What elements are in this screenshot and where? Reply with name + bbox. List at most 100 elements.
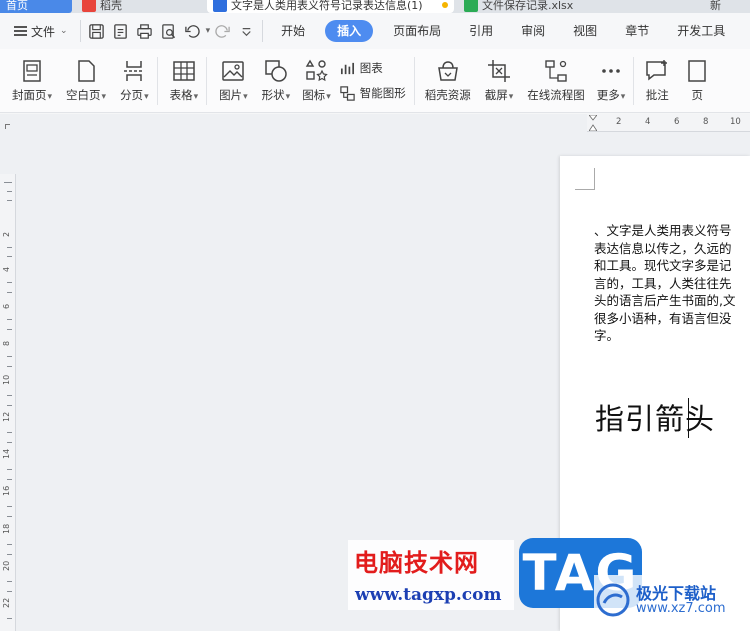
document-tab-bar: 首页 稻壳 文字是人类用表义符号记录表达信息(1) 文件保存记录.xlsx 新 [0, 0, 750, 13]
ruler-tick [7, 256, 12, 257]
ruler-tick [7, 405, 12, 406]
menu-references[interactable]: 引用 [455, 20, 507, 42]
ruler-tick [7, 319, 12, 320]
smartart-label: 智能图形 [359, 86, 406, 100]
file-menu-button[interactable]: 文件 ⌄ [0, 18, 76, 44]
blank-page-button[interactable]: 空白页▾ [66, 52, 106, 110]
docer-resources-button[interactable]: 稻壳资源 [425, 52, 471, 110]
aurora-logo-icon [596, 583, 630, 617]
divider [156, 56, 158, 105]
picture-button[interactable]: 图片▾ [219, 52, 248, 110]
screenshot-button[interactable]: 截屏▾ [484, 52, 513, 110]
table-button[interactable]: 表格▾ [170, 52, 198, 110]
paragraph-line: 很多小语种，有语言但没 [594, 310, 732, 326]
ruler-tick [7, 282, 12, 283]
icon-library-icon [306, 59, 329, 81]
divider [413, 56, 415, 105]
text-cursor [688, 398, 689, 438]
comment-icon [646, 59, 668, 81]
chart-button[interactable]: 图表 [339, 60, 406, 77]
menu-section[interactable]: 章节 [611, 20, 663, 42]
ruler-number: 2 [2, 231, 11, 237]
hamburger-icon [14, 26, 27, 36]
ruler-number: 12 [2, 411, 11, 422]
heading-text[interactable]: 指引箭头 [595, 396, 715, 438]
ruler-number: 22 [2, 597, 11, 608]
page-header-button[interactable]: 页 [684, 52, 710, 110]
export-pdf-icon [114, 23, 127, 39]
tab-docer-label: 稻壳 [100, 0, 122, 12]
customize-toolbar-button[interactable] [235, 20, 257, 42]
ruler-number: 10 [730, 117, 741, 127]
ruler-number: 4 [2, 266, 11, 272]
shape-icon [265, 59, 287, 82]
ruler-tick [7, 247, 12, 248]
ruler-tick [7, 395, 12, 396]
ruler-tick [7, 432, 12, 433]
tab-spreadsheet[interactable]: 文件保存记录.xlsx [458, 0, 663, 13]
chevron-down-icon: ⌄ [60, 26, 68, 36]
ruler-tick [7, 544, 12, 545]
menu-review[interactable]: 审阅 [507, 20, 559, 42]
screenshot-label: 截屏 [484, 87, 508, 102]
ruler-tick [7, 618, 12, 619]
page-header-label: 页 [691, 87, 704, 102]
tab-home[interactable]: 首页 [0, 0, 72, 13]
menu-view[interactable]: 视图 [559, 20, 611, 42]
horizontal-ruler[interactable]: 2 4 6 8 10 [587, 114, 750, 132]
more-button[interactable]: 更多▾ [597, 52, 625, 110]
indent-marker-icon[interactable] [589, 115, 597, 131]
comment-button[interactable]: 批注 [644, 52, 670, 110]
divider [79, 20, 81, 42]
page-break-icon [124, 60, 145, 81]
vertical-ruler[interactable]: 2 4 6 8 10 12 14 16 18 20 22 [0, 174, 16, 631]
menu-page-layout[interactable]: 页面布局 [379, 20, 455, 42]
menu-developer-tools[interactable]: 开发工具 [663, 20, 739, 42]
menu-insert[interactable]: 插入 [325, 20, 374, 42]
redo-button[interactable] [211, 20, 233, 42]
save-icon [89, 23, 104, 39]
tab-spreadsheet-label: 文件保存记录.xlsx [482, 0, 574, 12]
divider [633, 56, 635, 105]
print-button[interactable] [134, 20, 156, 42]
icon-library-button[interactable]: 图标▾ [302, 52, 331, 110]
print-preview-button[interactable] [158, 20, 180, 42]
ruler-tick [7, 479, 12, 480]
tab-docer[interactable]: 稻壳 [76, 0, 206, 13]
page-margin-corner [575, 168, 595, 190]
ruler-tick [7, 516, 12, 517]
ruler-tick [7, 469, 12, 470]
ruler-number: 8 [703, 117, 709, 127]
online-flowchart-button[interactable]: 在线流程图 [527, 52, 585, 110]
paragraph-line: 和工具。现代文字多是记 [594, 258, 732, 273]
page-break-button[interactable]: 分页▾ [120, 52, 149, 110]
menu-home[interactable]: 开始 [267, 20, 319, 42]
ruler-tick [7, 329, 12, 330]
ruler-tick [7, 356, 12, 357]
shape-label: 形状 [261, 87, 285, 102]
more-dots-icon [602, 68, 620, 73]
undo-dropdown-icon[interactable]: ▾ [206, 26, 211, 36]
tab-new[interactable]: 新 [704, 0, 750, 13]
tab-active-document[interactable]: 文字是人类用表义符号记录表达信息(1) [207, 0, 454, 13]
save-button[interactable] [86, 20, 108, 42]
watermark-title: 电脑技术网 [354, 549, 479, 577]
export-pdf-button[interactable] [110, 20, 132, 42]
docer-resources-icon [437, 60, 458, 81]
spreadsheet-icon [464, 0, 478, 12]
cover-page-button[interactable]: 封面页▾ [12, 52, 52, 110]
printer-icon [137, 23, 152, 39]
paragraph-line: 、文字是人类用表义符号 [594, 223, 732, 238]
ruler-tick [7, 442, 12, 443]
smartart-button[interactable]: 智能图形 [339, 85, 406, 102]
smartart-icon [339, 85, 355, 101]
watermark-url: www.tagxp.com [355, 585, 502, 605]
shape-button[interactable]: 形状▾ [261, 52, 290, 110]
undo-button[interactable] [182, 20, 204, 42]
paragraph-line: 言的，工具，人类往往先 [594, 275, 732, 291]
body-paragraph[interactable]: 、文字是人类用表义符号 表达信息以传之，久远的 和工具。现代文字多是记 言的，工… [594, 222, 750, 345]
tab-stop-selector[interactable] [5, 124, 10, 129]
file-menu-label: 文件 [31, 24, 56, 39]
divider [206, 56, 208, 105]
table-icon [173, 60, 195, 81]
